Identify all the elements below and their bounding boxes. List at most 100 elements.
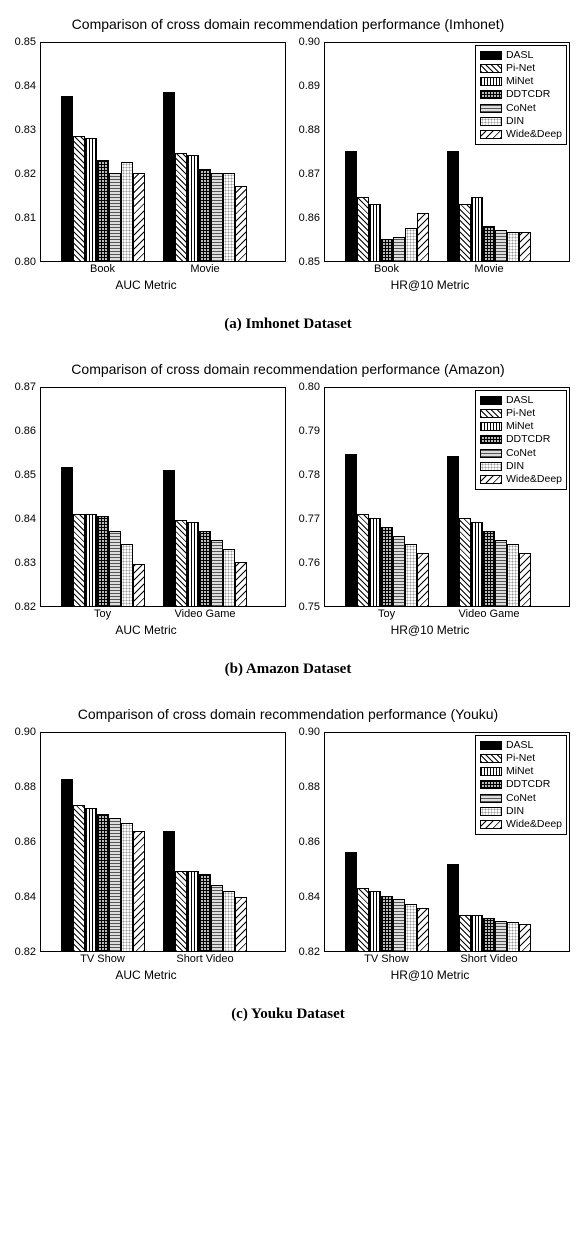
y-tick: 0.90 xyxy=(299,726,320,738)
bar xyxy=(357,888,369,951)
x-tick: Video Game xyxy=(459,608,520,620)
legend-swatch xyxy=(480,396,502,405)
bar xyxy=(85,808,97,951)
bar xyxy=(109,531,121,606)
bar xyxy=(459,518,471,606)
bar xyxy=(133,564,145,606)
y-tick: 0.86 xyxy=(15,836,36,848)
legend-swatch xyxy=(480,820,502,829)
bar xyxy=(459,204,471,261)
legend-item: DDTCDR xyxy=(480,433,562,446)
legend-item: DASL xyxy=(480,49,562,62)
x-tick: Movie xyxy=(474,263,503,275)
figure-block: Comparison of cross domain recommendatio… xyxy=(6,16,570,333)
figure-block: Comparison of cross domain recommendatio… xyxy=(6,706,570,1023)
bar xyxy=(163,470,175,606)
y-tick: 0.90 xyxy=(15,726,36,738)
legend-item: Pi-Net xyxy=(480,752,562,765)
y-tick: 0.87 xyxy=(15,381,36,393)
y-tick: 0.80 xyxy=(299,381,320,393)
bar xyxy=(345,852,357,951)
bar xyxy=(447,864,459,951)
legend-swatch xyxy=(480,475,502,484)
bar xyxy=(211,885,223,951)
figure-caption: (a) Imhonet Dataset xyxy=(6,316,570,333)
y-tick: 0.83 xyxy=(15,124,36,136)
plot-area: BookMovie xyxy=(40,42,286,262)
panel: 0.820.830.840.850.860.87ToyVideo GameAUC… xyxy=(6,387,286,637)
legend-swatch xyxy=(480,807,502,816)
x-tick: Movie xyxy=(190,263,219,275)
bar xyxy=(133,173,145,261)
bar xyxy=(73,136,85,261)
legend-label: DASL xyxy=(506,49,533,62)
bar xyxy=(495,540,507,606)
x-tick: Toy xyxy=(94,608,111,620)
legend-item: DASL xyxy=(480,394,562,407)
legend-item: Wide&Deep xyxy=(480,128,562,141)
y-tick: 0.85 xyxy=(299,256,320,268)
legend-swatch xyxy=(480,64,502,73)
legend-label: DASL xyxy=(506,394,533,407)
bar-group xyxy=(345,852,429,951)
legend: DASLPi-NetMiNetDDTCDRCoNetDINWide&Deep xyxy=(475,390,567,490)
legend-swatch xyxy=(480,51,502,60)
legend-item: DDTCDR xyxy=(480,88,562,101)
bar xyxy=(381,239,393,261)
legend-label: DDTCDR xyxy=(506,88,550,101)
legend-swatch xyxy=(480,780,502,789)
legend-swatch xyxy=(480,435,502,444)
legend-item: MiNet xyxy=(480,75,562,88)
bar xyxy=(175,871,187,951)
bar xyxy=(85,514,97,606)
y-tick: 0.77 xyxy=(299,513,320,525)
legend-item: Pi-Net xyxy=(480,407,562,420)
bar xyxy=(235,562,247,606)
legend-item: Wide&Deep xyxy=(480,473,562,486)
legend-label: Pi-Net xyxy=(506,407,535,420)
y-tick: 0.82 xyxy=(299,946,320,958)
legend-swatch xyxy=(480,409,502,418)
bar xyxy=(109,173,121,261)
bar xyxy=(97,516,109,606)
legend-item: CoNet xyxy=(480,102,562,115)
panel: 0.850.860.870.880.890.90BookMovieDASLPi-… xyxy=(290,42,570,292)
legend-label: MiNet xyxy=(506,420,533,433)
legend: DASLPi-NetMiNetDDTCDRCoNetDINWide&Deep xyxy=(475,45,567,145)
bar-group xyxy=(61,779,145,951)
bar xyxy=(187,871,199,951)
legend-swatch xyxy=(480,77,502,86)
bar xyxy=(405,904,417,951)
x-axis-label: AUC Metric xyxy=(6,278,286,292)
bar-group xyxy=(163,92,247,261)
legend-item: Wide&Deep xyxy=(480,818,562,831)
legend-label: DIN xyxy=(506,115,524,128)
y-tick: 0.82 xyxy=(15,168,36,180)
panel: 0.820.840.860.880.90TV ShowShort VideoDA… xyxy=(290,732,570,982)
legend-item: Pi-Net xyxy=(480,62,562,75)
bar-group xyxy=(61,96,145,261)
panel: 0.750.760.770.780.790.80ToyVideo GameDAS… xyxy=(290,387,570,637)
legend-label: DIN xyxy=(506,805,524,818)
y-tick: 0.84 xyxy=(15,513,36,525)
y-tick: 0.90 xyxy=(299,36,320,48)
bar xyxy=(235,186,247,261)
bar xyxy=(369,204,381,261)
figure-block: Comparison of cross domain recommendatio… xyxy=(6,361,570,678)
bar xyxy=(405,544,417,606)
legend: DASLPi-NetMiNetDDTCDRCoNetDINWide&Deep xyxy=(475,735,567,835)
bar xyxy=(471,522,483,606)
panel-row: 0.800.810.820.830.840.85BookMovieAUC Met… xyxy=(6,42,570,292)
y-tick: 0.86 xyxy=(299,212,320,224)
y-tick: 0.88 xyxy=(299,124,320,136)
legend-item: CoNet xyxy=(480,447,562,460)
bar xyxy=(187,522,199,606)
bar xyxy=(235,897,247,951)
bar xyxy=(223,891,235,952)
y-axis: 0.820.840.860.880.90 xyxy=(6,732,40,952)
legend-label: Wide&Deep xyxy=(506,128,562,141)
bar-group xyxy=(345,151,429,261)
y-axis: 0.800.810.820.830.840.85 xyxy=(6,42,40,262)
bar xyxy=(345,151,357,261)
bar xyxy=(163,92,175,261)
